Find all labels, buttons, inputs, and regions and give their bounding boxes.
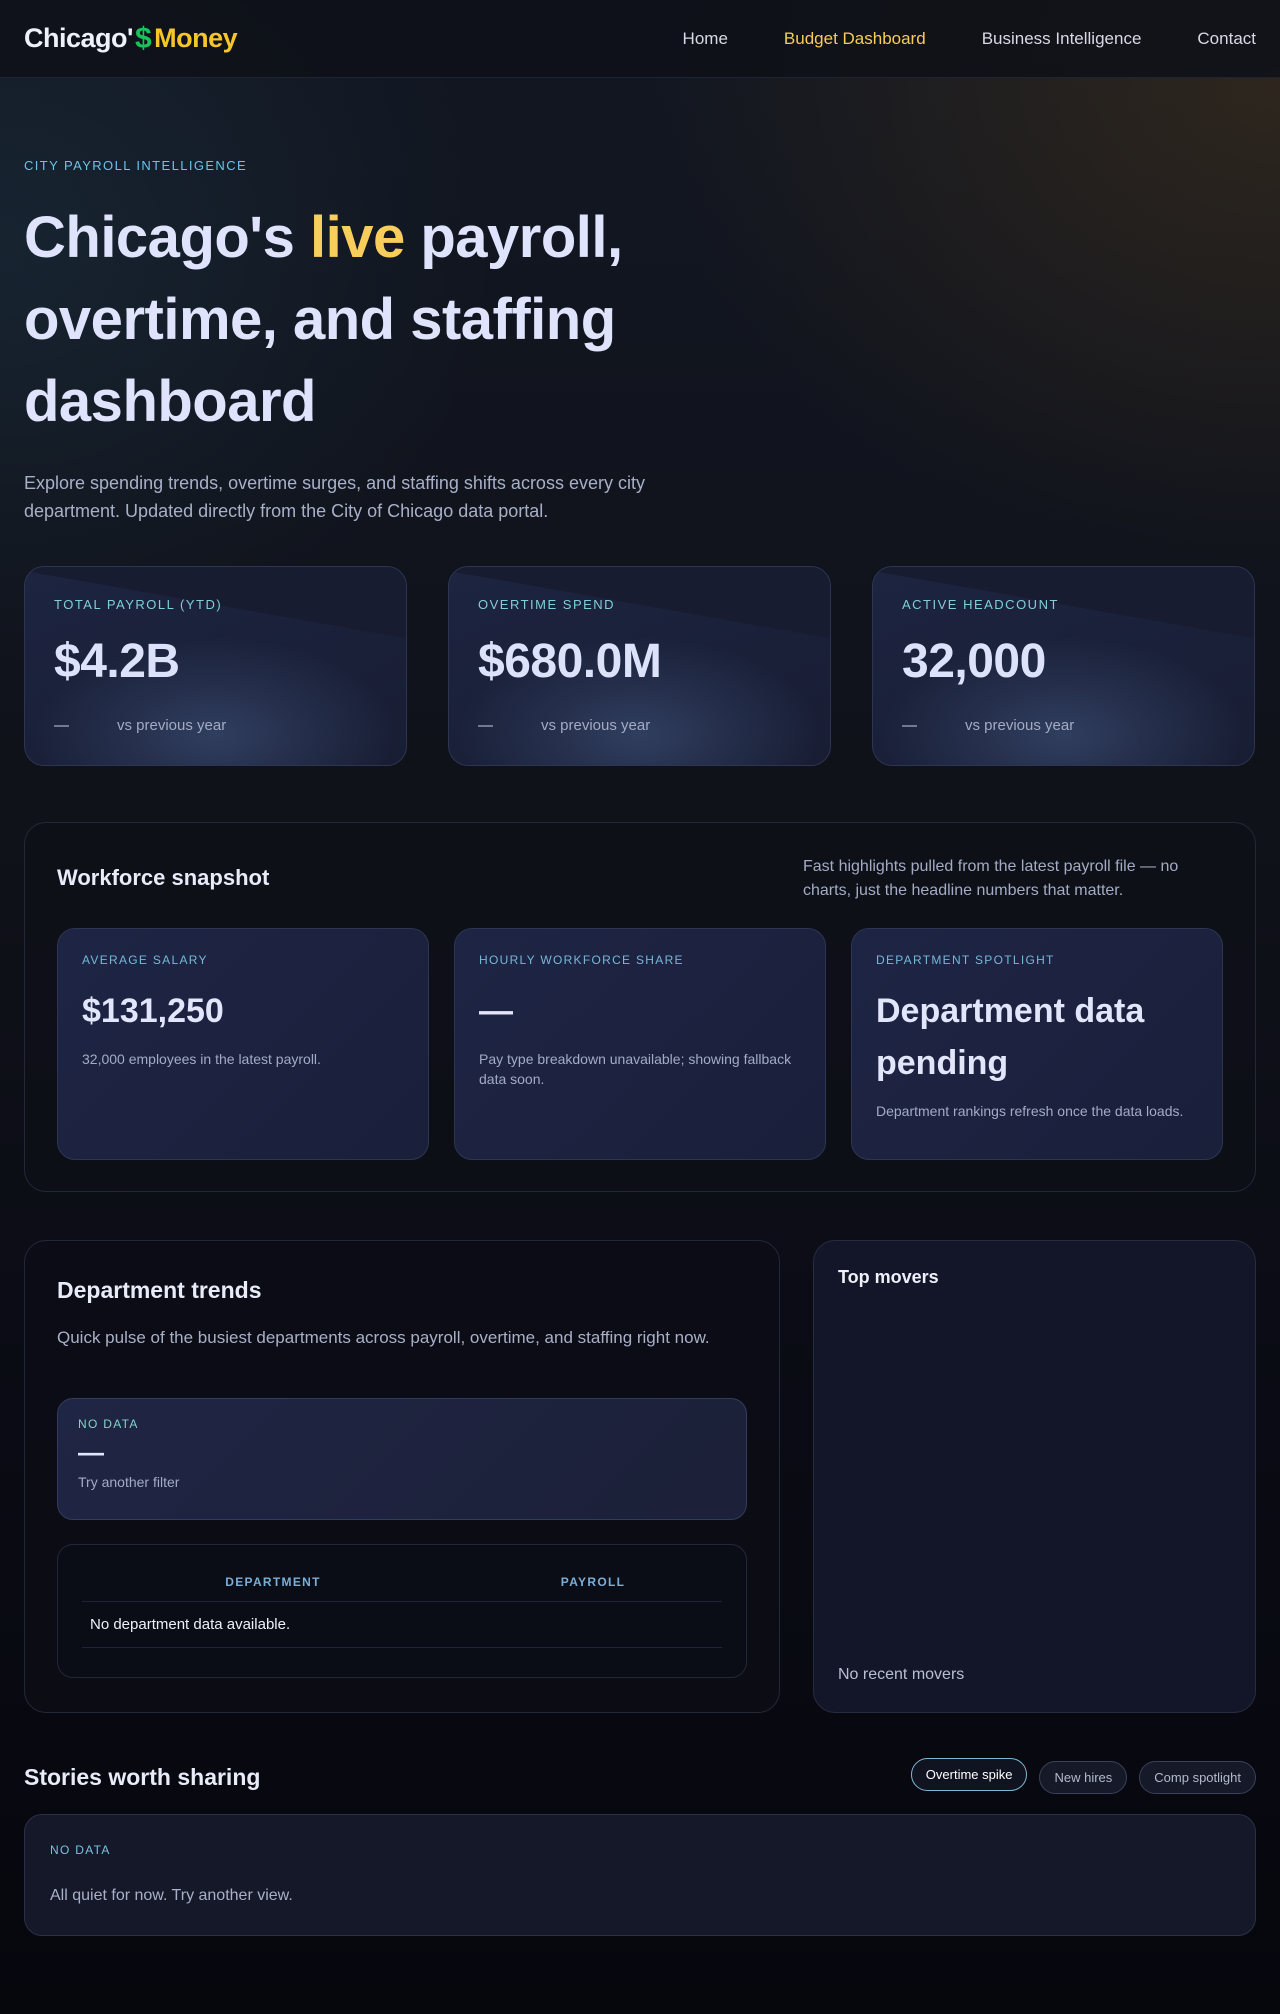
- stat-label: ACTIVE HEADCOUNT: [902, 597, 1059, 612]
- snapshot-card-value: Department data pending: [876, 992, 1145, 1082]
- top-nav: Chicago' $ Money Home Budget Dashboard B…: [0, 0, 1280, 78]
- stat-delta: — vs previous year: [478, 717, 801, 734]
- snapshot-description: Fast highlights pulled from the latest p…: [803, 858, 1179, 899]
- story-label: NO DATA: [50, 1843, 111, 1857]
- hero-title-pre: Chicago's: [24, 205, 310, 270]
- department-table-card: DEPARTMENT PAYROLL No department data av…: [57, 1544, 747, 1678]
- delta-value: —: [478, 717, 493, 734]
- logo-text-chicago: Chicago': [24, 23, 133, 53]
- nodata-label: NO DATA: [78, 1417, 139, 1431]
- hero-title-highlight: live: [309, 205, 405, 270]
- stat-card-overtime-spend: OVERTIME SPEND $680.0M — vs previous yea…: [448, 566, 831, 766]
- nodata-note: Try another filter: [78, 1474, 180, 1490]
- trends-title: Department trends: [57, 1277, 262, 1303]
- delta-note: vs previous year: [541, 717, 651, 734]
- snapshot-card-average-salary: AVERAGE SALARY $131,250 32,000 employees…: [57, 928, 429, 1160]
- delta-note: vs previous year: [117, 717, 227, 734]
- stat-value: $680.0M: [478, 635, 662, 688]
- stat-label: TOTAL PAYROLL (YTD): [54, 597, 223, 612]
- trends-subtitle: Quick pulse of the busiest departments a…: [57, 1328, 710, 1347]
- site-logo[interactable]: Chicago' $ Money: [24, 21, 238, 56]
- story-filter-pills: Overtime spike New hires Comp spotlight: [910, 1758, 1256, 1794]
- trends-nodata-card: NO DATA — Try another filter: [57, 1398, 747, 1520]
- department-trends: Department trends Quick pulse of the bus…: [24, 1240, 780, 1713]
- snapshot-header: Workforce snapshot Fast highlights pulle…: [57, 857, 1223, 903]
- stat-value: $4.2B: [54, 635, 180, 688]
- stat-cards: TOTAL PAYROLL (YTD) $4.2B — vs previous …: [0, 525, 1280, 766]
- snapshot-card-note: 32,000 employees in the latest payroll.: [82, 1051, 321, 1067]
- department-table: DEPARTMENT PAYROLL No department data av…: [82, 1569, 722, 1648]
- nodata-value: —: [78, 1437, 104, 1467]
- snapshot-card-value: —: [479, 992, 513, 1030]
- top-movers: Top movers No recent movers: [813, 1240, 1256, 1713]
- logo-text-money: Money: [154, 23, 238, 53]
- movers-empty-message: No recent movers: [838, 1666, 965, 1683]
- table-empty-message: No department data available.: [82, 1601, 722, 1648]
- stat-card-total-payroll: TOTAL PAYROLL (YTD) $4.2B — vs previous …: [24, 566, 407, 766]
- column-header-payroll[interactable]: PAYROLL: [464, 1569, 722, 1602]
- stat-delta: — vs previous year: [902, 717, 1225, 734]
- stat-delta: — vs previous year: [54, 717, 377, 734]
- trends-row: Department trends Quick pulse of the bus…: [24, 1240, 1256, 1713]
- snapshot-title: Workforce snapshot: [57, 865, 270, 890]
- nav-links: Home Budget Dashboard Business Intellige…: [683, 29, 1256, 49]
- movers-title: Top movers: [838, 1267, 939, 1287]
- delta-value: —: [54, 717, 69, 734]
- nav-link-budget-dashboard[interactable]: Budget Dashboard: [784, 29, 926, 49]
- table-header-row: DEPARTMENT PAYROLL: [82, 1569, 722, 1602]
- pill-new-hires[interactable]: New hires: [1039, 1761, 1128, 1794]
- hero-eyebrow: CITY PAYROLL INTELLIGENCE: [24, 158, 248, 173]
- snapshot-card-label: HOURLY WORKFORCE SHARE: [479, 953, 684, 967]
- delta-note: vs previous year: [965, 717, 1075, 734]
- snapshot-card-note: Department rankings refresh once the dat…: [876, 1103, 1184, 1119]
- story-card: NO DATA All quiet for now. Try another v…: [24, 1814, 1256, 1936]
- nav-link-business-intelligence[interactable]: Business Intelligence: [982, 29, 1142, 49]
- stat-label: OVERTIME SPEND: [478, 597, 616, 612]
- stories-title: Stories worth sharing: [24, 1764, 261, 1790]
- snapshot-card-value: $131,250: [82, 992, 224, 1030]
- stat-card-active-headcount: ACTIVE HEADCOUNT 32,000 — vs previous ye…: [872, 566, 1255, 766]
- workforce-snapshot: Workforce snapshot Fast highlights pulle…: [24, 822, 1256, 1192]
- pill-overtime-spike[interactable]: Overtime spike: [910, 1758, 1028, 1791]
- hero-title: Chicago's live payroll, overtime, and st…: [24, 197, 664, 443]
- snapshot-card-department-spotlight: DEPARTMENT SPOTLIGHT Department data pen…: [851, 928, 1223, 1160]
- nav-link-contact[interactable]: Contact: [1197, 29, 1256, 49]
- stories-header: Stories worth sharing Overtime spike New…: [24, 1758, 1256, 1794]
- snapshot-cards: AVERAGE SALARY $131,250 32,000 employees…: [57, 928, 1223, 1160]
- column-header-department[interactable]: DEPARTMENT: [82, 1569, 465, 1602]
- pill-comp-spotlight[interactable]: Comp spotlight: [1139, 1761, 1256, 1794]
- hero-description: Explore spending trends, overtime surges…: [24, 473, 645, 521]
- snapshot-card-note: Pay type breakdown unavailable; showing …: [479, 1051, 792, 1087]
- story-note: All quiet for now. Try another view.: [50, 1887, 293, 1904]
- nav-link-home[interactable]: Home: [683, 29, 728, 49]
- dollar-icon: $: [134, 21, 152, 55]
- snapshot-card-label: DEPARTMENT SPOTLIGHT: [876, 953, 1055, 967]
- snapshot-card-label: AVERAGE SALARY: [82, 953, 208, 967]
- page: Chicago' $ Money Home Budget Dashboard B…: [0, 0, 1280, 1936]
- stat-value: 32,000: [902, 635, 1046, 688]
- hero-section: CITY PAYROLL INTELLIGENCE Chicago's live…: [0, 78, 1280, 525]
- table-row: No department data available.: [82, 1601, 722, 1648]
- snapshot-card-hourly-share: HOURLY WORKFORCE SHARE — Pay type breakd…: [454, 928, 826, 1160]
- delta-value: —: [902, 717, 917, 734]
